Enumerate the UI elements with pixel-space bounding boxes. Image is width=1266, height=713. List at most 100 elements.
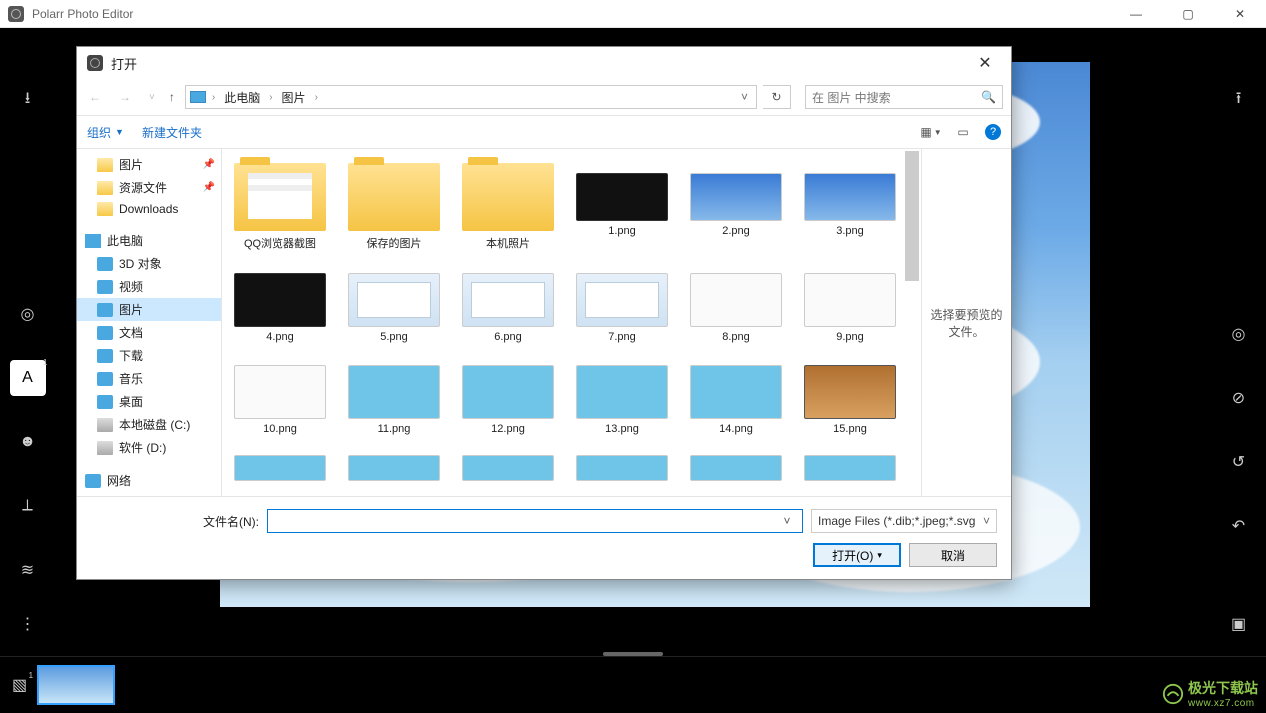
- file-item[interactable]: QQ浏览器截图: [232, 159, 328, 255]
- file-item[interactable]: [232, 447, 328, 489]
- file-name: 6.png: [464, 331, 552, 343]
- tree-item[interactable]: 文档: [77, 321, 221, 344]
- file-item[interactable]: 6.png: [460, 263, 556, 347]
- filename-label: 文件名(N):: [91, 513, 259, 530]
- file-name: 7.png: [578, 331, 666, 343]
- scrollbar-thumb[interactable]: [905, 151, 919, 281]
- file-item[interactable]: 4.png: [232, 263, 328, 347]
- denoise-icon[interactable]: ⊘: [1221, 380, 1257, 416]
- undo-icon[interactable]: ↶: [1221, 508, 1257, 544]
- tree-item[interactable]: 软件 (D:): [77, 436, 221, 459]
- import-icon[interactable]: ⭳: [10, 82, 46, 118]
- minimize-button[interactable]: —: [1118, 7, 1154, 21]
- close-button[interactable]: ✕: [1222, 7, 1258, 21]
- nav-forward-button[interactable]: →: [115, 88, 135, 106]
- tree-item[interactable]: 此电脑: [77, 229, 221, 252]
- maximize-button[interactable]: ▢: [1170, 7, 1206, 21]
- compare-icon[interactable]: ▣: [1221, 606, 1257, 642]
- filmstrip-icon[interactable]: ▧: [12, 675, 27, 695]
- nav-back-button[interactable]: ←: [85, 88, 105, 106]
- refresh-button[interactable]: ↻: [763, 85, 791, 109]
- file-item[interactable]: 3.png: [802, 159, 898, 255]
- dialog-close-button[interactable]: ✕: [969, 53, 1001, 73]
- file-name: 2.png: [692, 225, 780, 237]
- file-thumbnail: [690, 273, 782, 327]
- file-thumbnail: [804, 365, 896, 419]
- layers-icon[interactable]: ≋: [10, 552, 46, 588]
- tree-item[interactable]: 资源文件📌: [77, 176, 221, 199]
- file-item[interactable]: 保存的图片: [346, 159, 442, 255]
- tree-item[interactable]: 音乐: [77, 367, 221, 390]
- file-item[interactable]: [460, 447, 556, 489]
- file-item[interactable]: 12.png: [460, 355, 556, 439]
- file-item[interactable]: 15.png: [802, 355, 898, 439]
- crop-icon[interactable]: ⟂: [10, 488, 46, 524]
- file-name: QQ浏览器截图: [236, 235, 324, 251]
- file-item[interactable]: 2.png: [688, 159, 784, 255]
- file-thumbnail: [690, 455, 782, 481]
- tree-item[interactable]: 图片: [77, 298, 221, 321]
- tree-item-label: 桌面: [119, 393, 143, 410]
- filmstrip-thumbnail[interactable]: [37, 665, 115, 705]
- file-item[interactable]: 1.png: [574, 159, 670, 255]
- filename-dropdown-icon[interactable]: ˅: [778, 514, 796, 528]
- file-thumbnail: [348, 273, 440, 327]
- file-item[interactable]: 10.png: [232, 355, 328, 439]
- face-icon[interactable]: ☻: [10, 424, 46, 460]
- blue-icon: [97, 257, 113, 271]
- file-item[interactable]: 11.png: [346, 355, 442, 439]
- tree-item[interactable]: 下载: [77, 344, 221, 367]
- file-item[interactable]: [574, 447, 670, 489]
- tree-item[interactable]: 视频: [77, 275, 221, 298]
- text-icon[interactable]: A: [10, 360, 46, 396]
- file-thumbnail: [348, 365, 440, 419]
- file-grid[interactable]: QQ浏览器截图 保存的图片本机照片1.png 2.png 3.png 4.png5.pn…: [222, 149, 921, 496]
- folder-tree[interactable]: 图片📌资源文件📌Downloads 此电脑 3D 对象视频图片文档下载音乐桌面本地磁…: [77, 149, 222, 496]
- search-input[interactable]: 在 图片 中搜索 🔍: [805, 85, 1003, 109]
- breadcrumb-folder[interactable]: 图片: [279, 88, 309, 107]
- pictures-icon: [190, 91, 206, 103]
- breadcrumb-root[interactable]: 此电脑: [221, 88, 263, 107]
- filmstrip: ▧: [0, 656, 1266, 713]
- file-item[interactable]: 8.png: [688, 263, 784, 347]
- file-item[interactable]: [346, 447, 442, 489]
- nav-recent-button[interactable]: ˅: [145, 90, 159, 105]
- file-thumbnail: [348, 455, 440, 481]
- pc-icon: [85, 234, 101, 248]
- file-item[interactable]: 7.png: [574, 263, 670, 347]
- adjust-icon[interactable]: ◎: [10, 296, 46, 332]
- open-button[interactable]: 打开(O)▾: [813, 543, 901, 567]
- preview-pane-toggle[interactable]: ▭: [953, 122, 973, 142]
- tree-item[interactable]: 图片📌: [77, 153, 221, 176]
- cancel-button[interactable]: 取消: [909, 543, 997, 567]
- nav-up-button[interactable]: ↑: [165, 90, 179, 104]
- export-icon[interactable]: ⭱: [1221, 82, 1257, 118]
- spiral-icon[interactable]: ◎: [1221, 316, 1257, 352]
- file-item[interactable]: 9.png: [802, 263, 898, 347]
- help-button[interactable]: ?: [985, 124, 1001, 140]
- organize-menu[interactable]: 组织 ▼: [87, 124, 124, 141]
- tree-item[interactable]: 本地磁盘 (C:): [77, 413, 221, 436]
- tree-item-label: 此电脑: [107, 232, 143, 249]
- file-item[interactable]: 13.png: [574, 355, 670, 439]
- tree-item[interactable]: 3D 对象: [77, 252, 221, 275]
- file-item[interactable]: [802, 447, 898, 489]
- file-item[interactable]: 5.png: [346, 263, 442, 347]
- filename-input[interactable]: ˅: [267, 509, 803, 533]
- tree-item[interactable]: Downloads: [77, 199, 221, 219]
- address-bar[interactable]: › 此电脑 › 图片 › ˅: [185, 85, 757, 109]
- more-icon[interactable]: ⋮: [10, 606, 46, 642]
- history-icon[interactable]: ↺: [1221, 444, 1257, 480]
- view-mode-button[interactable]: ▦▼: [921, 122, 941, 142]
- file-item[interactable]: 14.png: [688, 355, 784, 439]
- tree-item-label: 本地磁盘 (C:): [119, 416, 190, 433]
- file-item[interactable]: 本机照片: [460, 159, 556, 255]
- file-name: 3.png: [806, 225, 894, 237]
- file-type-filter[interactable]: Image Files (*.dib;*.jpeg;*.svg ˅: [811, 509, 997, 533]
- file-thumbnail: [804, 273, 896, 327]
- tree-item[interactable]: 网络: [77, 469, 221, 492]
- tree-item[interactable]: 桌面: [77, 390, 221, 413]
- new-folder-button[interactable]: 新建文件夹: [142, 124, 202, 141]
- file-item[interactable]: [688, 447, 784, 489]
- address-dropdown-icon[interactable]: ˅: [737, 90, 752, 104]
